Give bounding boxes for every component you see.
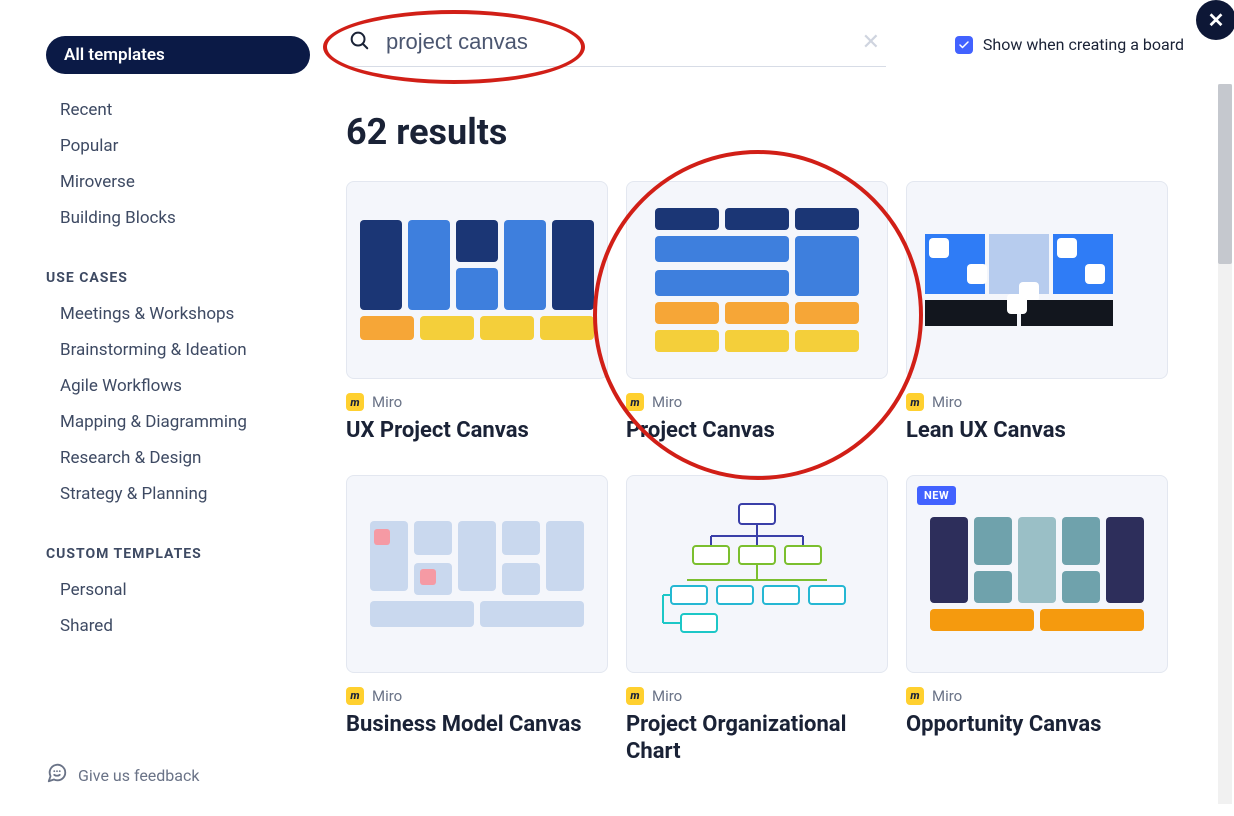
template-thumbnail — [626, 181, 888, 379]
miro-badge-icon: m — [346, 687, 364, 705]
template-author: Miro — [932, 687, 962, 705]
sidebar-item-personal[interactable]: Personal — [46, 572, 310, 608]
checkbox-checked-icon — [955, 36, 973, 54]
main: ✕ Show when creating a board 62 results — [310, 0, 1234, 816]
sidebar-item-miroverse[interactable]: Miroverse — [46, 164, 310, 200]
template-thumbnail — [626, 475, 888, 673]
results-grid: m Miro UX Project Canvas — [346, 181, 1198, 766]
new-badge: NEW — [917, 486, 956, 505]
template-author: Miro — [652, 687, 682, 705]
template-title: Lean UX Canvas — [906, 417, 1168, 445]
search-icon — [348, 29, 370, 55]
template-card[interactable]: NEW — [906, 475, 1168, 766]
sidebar-item-shared[interactable]: Shared — [46, 608, 310, 644]
sidebar-item-research-design[interactable]: Research & Design — [46, 440, 310, 476]
template-title: Project Canvas — [626, 417, 888, 445]
miro-badge-icon: m — [906, 393, 924, 411]
template-title: UX Project Canvas — [346, 417, 608, 445]
sidebar-item-brainstorming-ideation[interactable]: Brainstorming & Ideation — [46, 332, 310, 368]
template-author: Miro — [932, 393, 962, 411]
miro-badge-icon: m — [626, 687, 644, 705]
template-card[interactable]: m Miro Business Model Canvas — [346, 475, 608, 766]
template-title: Business Model Canvas — [346, 711, 608, 739]
template-card[interactable]: m Miro Project Organizational Chart — [626, 475, 888, 766]
sidebar-item-agile-workflows[interactable]: Agile Workflows — [46, 368, 310, 404]
feedback-icon — [46, 762, 68, 788]
template-thumbnail — [346, 475, 608, 673]
sidebar-item-strategy-planning[interactable]: Strategy & Planning — [46, 476, 310, 512]
template-card[interactable]: m Miro UX Project Canvas — [346, 181, 608, 445]
sidebar-all-templates[interactable]: All templates — [46, 36, 310, 74]
template-thumbnail — [906, 181, 1168, 379]
search-bar: ✕ — [346, 22, 886, 67]
template-card[interactable]: m Miro Lean UX Canvas — [906, 181, 1168, 445]
results-heading: 62 results — [346, 111, 1198, 153]
template-author: Miro — [652, 393, 682, 411]
sidebar-item-mapping-diagramming[interactable]: Mapping & Diagramming — [46, 404, 310, 440]
sidebar-section-custom: CUSTOM TEMPLATES — [46, 546, 310, 562]
feedback-link[interactable]: Give us feedback — [46, 762, 310, 788]
template-thumbnail — [346, 181, 608, 379]
sidebar: All templates Recent Popular Miroverse B… — [0, 0, 310, 816]
sidebar-section-use-cases: USE CASES — [46, 270, 310, 286]
scrollbar-thumb[interactable] — [1218, 84, 1232, 264]
sidebar-item-recent[interactable]: Recent — [46, 92, 310, 128]
feedback-label: Give us feedback — [78, 766, 199, 785]
show-when-label: Show when creating a board — [983, 35, 1184, 54]
template-title: Opportunity Canvas — [906, 711, 1168, 739]
sidebar-item-building-blocks[interactable]: Building Blocks — [46, 200, 310, 236]
search-input[interactable] — [384, 28, 848, 56]
template-card[interactable]: m Miro Project Canvas — [626, 181, 888, 445]
sidebar-all-templates-label: All templates — [64, 45, 165, 65]
org-chart-icon — [647, 494, 867, 654]
miro-badge-icon: m — [346, 393, 364, 411]
miro-badge-icon: m — [626, 393, 644, 411]
sidebar-item-popular[interactable]: Popular — [46, 128, 310, 164]
show-when-creating-toggle[interactable]: Show when creating a board — [955, 35, 1184, 54]
template-author: Miro — [372, 393, 402, 411]
miro-badge-icon: m — [906, 687, 924, 705]
clear-search-icon[interactable]: ✕ — [862, 30, 880, 55]
template-thumbnail: NEW — [906, 475, 1168, 673]
template-author: Miro — [372, 687, 402, 705]
template-title: Project Organizational Chart — [626, 711, 888, 766]
sidebar-item-meetings-workshops[interactable]: Meetings & Workshops — [46, 296, 310, 332]
